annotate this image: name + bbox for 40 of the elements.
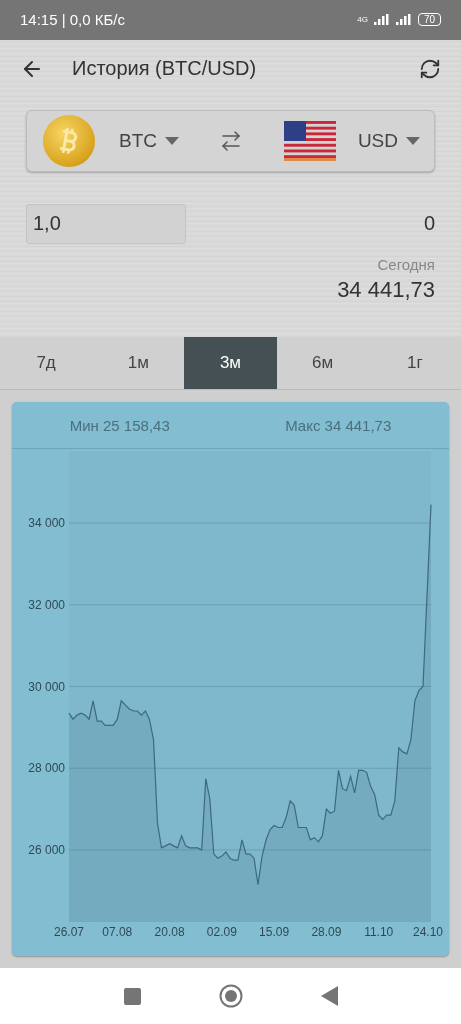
x-axis-label: 15.09 bbox=[259, 925, 290, 940]
y-axis-label: 30 000 bbox=[28, 679, 65, 694]
max-value: Макс 34 441,73 bbox=[285, 416, 392, 434]
flag-icon bbox=[283, 120, 336, 161]
recent-apps-icon[interactable] bbox=[123, 987, 141, 1005]
x-axis-label: 02.09 bbox=[206, 925, 237, 940]
amount-field[interactable]: 1,0 bbox=[26, 203, 186, 244]
period-tab[interactable]: 1м bbox=[92, 337, 185, 390]
y-axis-label: 28 000 bbox=[28, 761, 65, 776]
y-axis-label: 34 000 bbox=[28, 516, 65, 531]
x-axis-label: 07.08 bbox=[102, 925, 133, 940]
date-label: Сегодня bbox=[377, 255, 435, 273]
period-tab[interactable]: 1г bbox=[368, 337, 461, 390]
caret-icon bbox=[165, 136, 179, 145]
back-nav-icon[interactable] bbox=[320, 986, 338, 1007]
battery-indicator: 70 bbox=[417, 13, 441, 27]
converted-amount: 0 bbox=[423, 212, 435, 236]
x-axis-label: 11.10 bbox=[364, 925, 394, 940]
exchange-rate: 34 441,73 bbox=[337, 276, 435, 303]
x-axis-label: 28.09 bbox=[311, 925, 342, 940]
period-tab[interactable]: 3м bbox=[184, 337, 277, 390]
x-axis-label: 20.08 bbox=[154, 925, 185, 940]
x-axis-label: 24.10 bbox=[413, 925, 443, 940]
min-value: Мин 25 158,43 bbox=[69, 416, 170, 434]
status-time: 14:15 | 0,0 КБ/с bbox=[20, 11, 126, 29]
x-axis-label: 26.07 bbox=[54, 925, 84, 940]
y-axis-label: 26 000 bbox=[28, 843, 65, 858]
network-type: 4G bbox=[357, 15, 368, 25]
signal-icon bbox=[395, 14, 412, 26]
screen-title: История (BTC/USD) bbox=[72, 57, 258, 81]
currency-dropdown[interactable]: BTC bbox=[119, 129, 179, 152]
currency-dropdown[interactable]: USD bbox=[357, 129, 420, 152]
period-tab[interactable]: 7д bbox=[0, 337, 93, 390]
period-tab[interactable]: 6м bbox=[276, 337, 369, 390]
refresh-button[interactable] bbox=[419, 57, 441, 80]
y-axis-label: 32 000 bbox=[28, 597, 65, 612]
signal-icon bbox=[373, 14, 390, 26]
caret-icon bbox=[406, 136, 420, 145]
home-icon[interactable] bbox=[218, 984, 243, 1009]
bitcoin-coin-icon bbox=[43, 114, 95, 167]
